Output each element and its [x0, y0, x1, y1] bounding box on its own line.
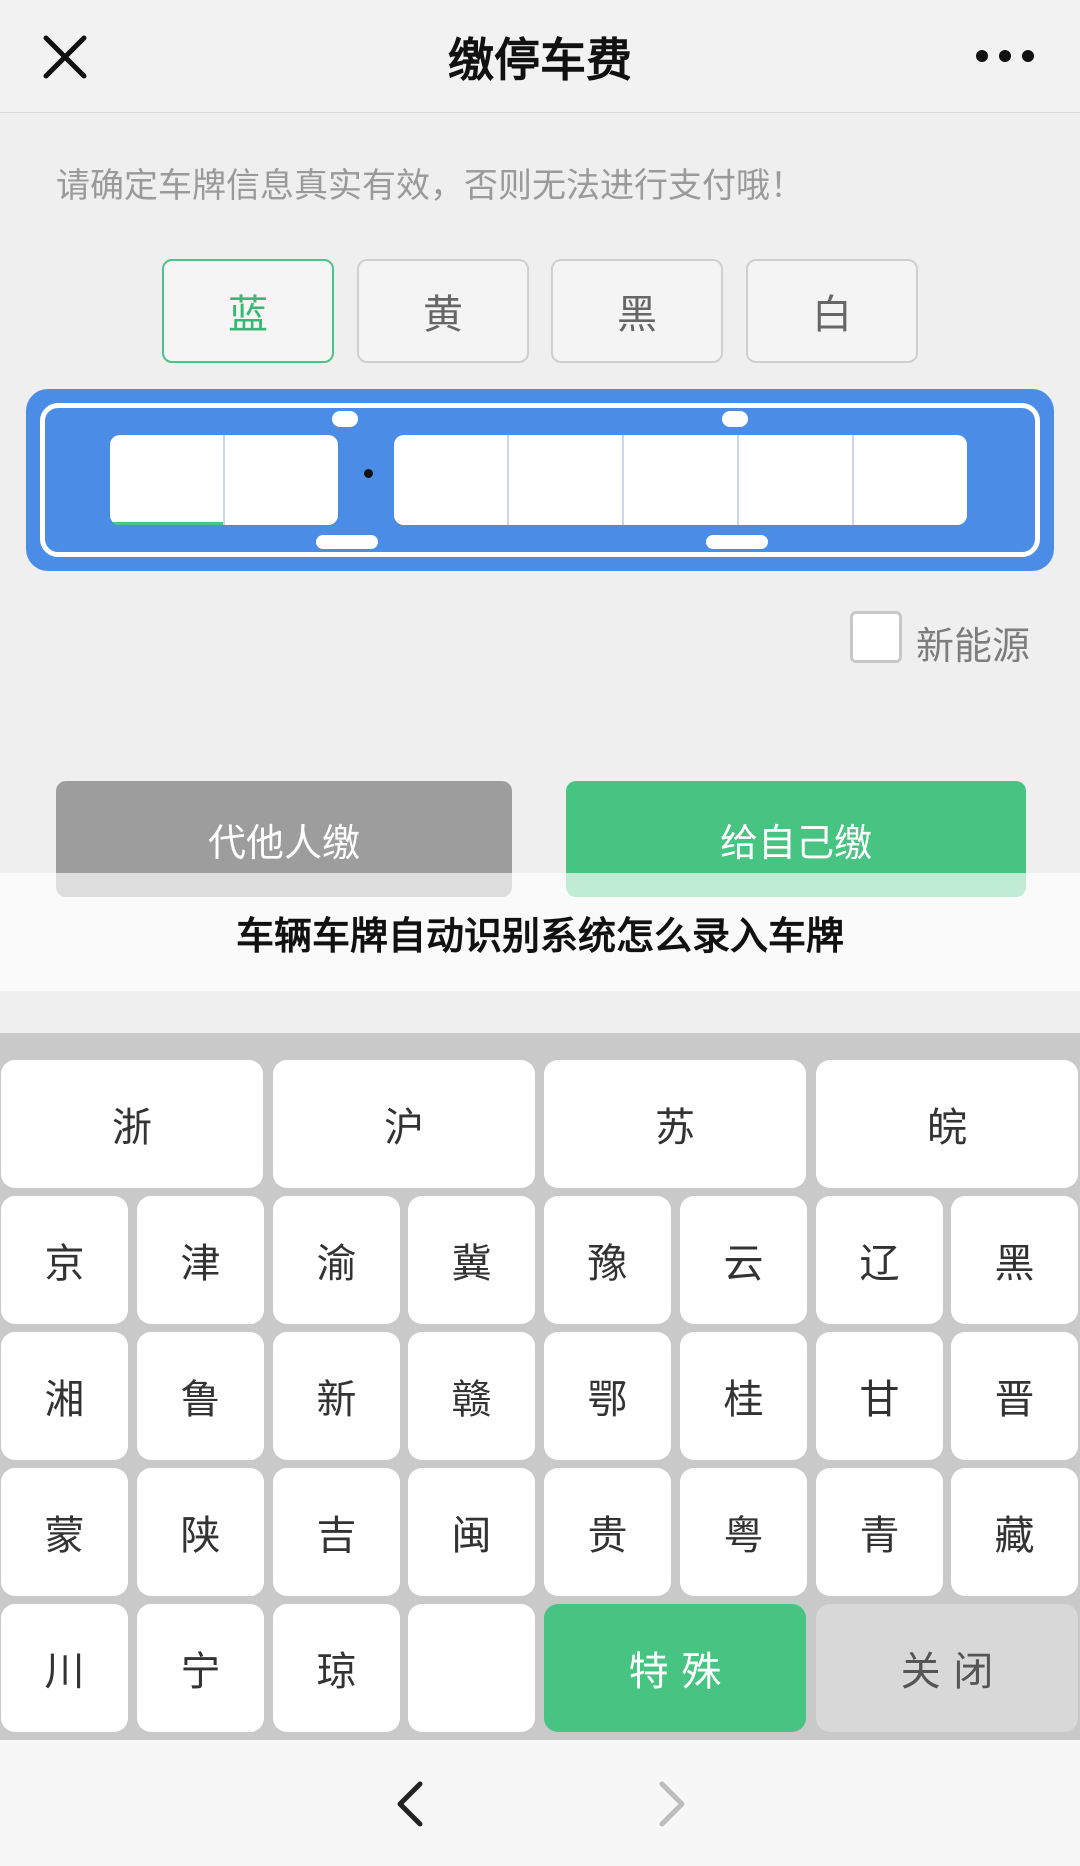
key-province[interactable]: 皖	[816, 1060, 1078, 1188]
key-province[interactable]: 吉	[273, 1468, 400, 1596]
plate-separator-dot	[364, 469, 373, 478]
plate-color-tab-black[interactable]: 黑	[551, 259, 723, 363]
plate-cell-4[interactable]	[509, 435, 622, 525]
key-province[interactable]: 粤	[680, 1468, 807, 1596]
key-province[interactable]: 闽	[408, 1468, 535, 1596]
back-arrow-icon[interactable]	[382, 1774, 442, 1834]
key-province[interactable]: 晋	[951, 1332, 1078, 1460]
more-icon[interactable]	[970, 36, 1040, 76]
key-province[interactable]: 新	[273, 1332, 400, 1460]
key-province[interactable]: 藏	[951, 1468, 1078, 1596]
plate-cell-6[interactable]	[739, 435, 852, 525]
key-province[interactable]: 鲁	[137, 1332, 264, 1460]
plate-color-tab-blue[interactable]: 蓝	[162, 259, 334, 363]
key-province[interactable]: 鄂	[544, 1332, 671, 1460]
plate-color-tab-yellow[interactable]: 黄	[357, 259, 529, 363]
plate-cell-7[interactable]	[854, 435, 967, 525]
plate-rivet	[332, 411, 358, 427]
plate-color-tab-white[interactable]: 白	[746, 259, 918, 363]
key-province[interactable]: 沪	[273, 1060, 535, 1188]
new-energy-label: 新能源	[916, 624, 1031, 668]
plate-cell-5[interactable]	[624, 435, 737, 525]
license-plate-input	[26, 389, 1054, 571]
plate-number-cells	[394, 435, 967, 525]
notice-text: 请确定车牌信息真实有效，否则无法进行支付哦！	[56, 166, 804, 206]
close-keyboard-button[interactable]: 关 闭	[816, 1604, 1078, 1732]
header-bar: 缴停车费	[0, 0, 1080, 113]
key-province[interactable]: 桂	[680, 1332, 807, 1460]
special-key[interactable]: 特 殊	[544, 1604, 806, 1732]
plate-rivet	[316, 535, 378, 549]
key-province[interactable]: 甘	[816, 1332, 943, 1460]
key-province[interactable]: 陕	[137, 1468, 264, 1596]
key-province[interactable]: 京	[1, 1196, 128, 1324]
key-province[interactable]: 苏	[544, 1060, 806, 1188]
page-title: 缴停车费	[448, 33, 632, 87]
key-province[interactable]: 贵	[544, 1468, 671, 1596]
key-province[interactable]: 黑	[951, 1196, 1078, 1324]
key-province[interactable]: 津	[137, 1196, 264, 1324]
caption-text: 车辆车牌自动识别系统怎么录入车牌	[235, 914, 844, 958]
key-province[interactable]: 渝	[273, 1196, 400, 1324]
new-energy-checkbox[interactable]	[850, 611, 902, 663]
plate-rivet	[722, 411, 748, 427]
forward-arrow-icon[interactable]	[640, 1774, 700, 1834]
plate-cell-3[interactable]	[394, 435, 507, 525]
plate-prefix-cells	[110, 435, 338, 525]
plate-cell-2[interactable]	[225, 435, 338, 525]
key-province[interactable]: 青	[816, 1468, 943, 1596]
key-province[interactable]: 辽	[816, 1196, 943, 1324]
key-province[interactable]: 云	[680, 1196, 807, 1324]
key-province[interactable]: 蒙	[1, 1468, 128, 1596]
key-province[interactable]: 湘	[1, 1332, 128, 1460]
key-province[interactable]: 豫	[544, 1196, 671, 1324]
key-province[interactable]: 琼	[273, 1604, 400, 1732]
key-province[interactable]: 浙	[1, 1060, 263, 1188]
key-province[interactable]: 宁	[137, 1604, 264, 1732]
key-blank[interactable]	[408, 1604, 535, 1732]
key-province[interactable]: 赣	[408, 1332, 535, 1460]
key-province[interactable]: 川	[1, 1604, 128, 1732]
key-province[interactable]: 冀	[408, 1196, 535, 1324]
bottom-nav-bar	[0, 1740, 1080, 1866]
plate-rivet	[706, 535, 768, 549]
province-keyboard: 浙 沪 苏 皖 京 津 渝 冀 豫 云 辽 黑 湘 鲁 新 赣 鄂 桂 甘 晋 …	[0, 1033, 1080, 1740]
plate-cell-1[interactable]	[110, 435, 223, 525]
